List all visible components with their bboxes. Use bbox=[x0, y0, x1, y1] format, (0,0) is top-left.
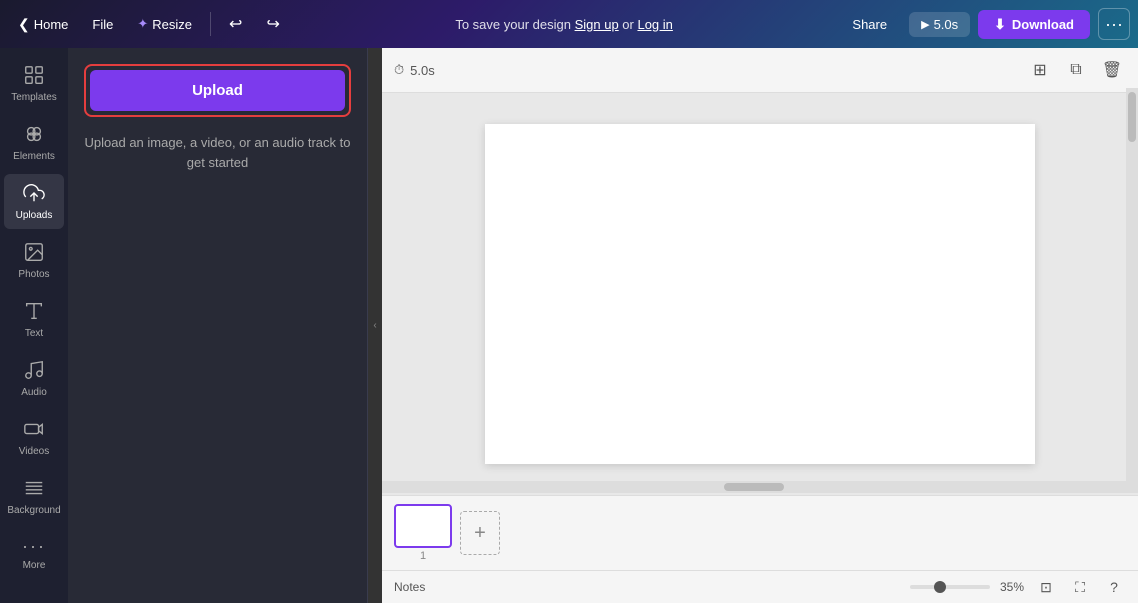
sidebar-item-text[interactable]: Text bbox=[4, 292, 64, 347]
download-button[interactable]: ⬇ Download bbox=[978, 10, 1090, 39]
download-label: Download bbox=[1012, 17, 1074, 32]
duplicate-page-btn[interactable]: ⧉ bbox=[1062, 56, 1090, 84]
sidebar-item-background[interactable]: Background bbox=[4, 469, 64, 524]
zoom-level: 35% bbox=[1000, 580, 1024, 594]
audio-icon bbox=[23, 359, 45, 384]
page-1-container: 1 bbox=[394, 504, 452, 562]
duration-display: 5.0s bbox=[410, 63, 435, 78]
more-icon: ··· bbox=[22, 536, 46, 557]
photos-label: Photos bbox=[18, 269, 49, 280]
file-label: File bbox=[92, 17, 113, 32]
log-in-link[interactable]: Log in bbox=[637, 17, 672, 32]
help-button[interactable]: ? bbox=[1102, 575, 1126, 599]
add-page-icon-btn[interactable]: ⊞ bbox=[1026, 56, 1054, 84]
zoom-thumb bbox=[934, 581, 946, 593]
play-button[interactable]: ▶ 5.0s bbox=[909, 12, 970, 37]
collapse-panel-handle[interactable]: ‹ bbox=[368, 48, 382, 603]
main-content: Templates Elements Uploads Photos Text bbox=[0, 48, 1138, 603]
sidebar-item-templates[interactable]: Templates bbox=[4, 56, 64, 111]
text-label: Text bbox=[25, 328, 43, 339]
more-label: ··· bbox=[1105, 14, 1123, 35]
resize-star-icon: ✦ bbox=[137, 16, 148, 32]
canvas-toolbar: ⏱ 5.0s ⊞ ⧉ 🗑 bbox=[382, 48, 1138, 93]
audio-label: Audio bbox=[21, 387, 47, 398]
undo-button[interactable]: ↩ bbox=[219, 10, 252, 38]
more-label: More bbox=[23, 560, 46, 571]
canvas-toolbar-left: ⏱ 5.0s bbox=[394, 62, 435, 78]
fit-page-button[interactable]: ⊡ bbox=[1034, 575, 1058, 599]
page-thumb-1[interactable] bbox=[394, 504, 452, 548]
horizontal-scrollbar[interactable] bbox=[382, 481, 1126, 493]
elements-icon bbox=[23, 123, 45, 148]
background-label: Background bbox=[7, 505, 60, 516]
sidebar-item-audio[interactable]: Audio bbox=[4, 351, 64, 406]
home-arrow-icon: ❮ bbox=[18, 16, 30, 33]
h-scrollbar-thumb bbox=[724, 483, 784, 491]
share-button[interactable]: Share bbox=[838, 13, 901, 36]
scrollbar-thumb bbox=[1128, 92, 1136, 142]
left-panel: Upload Upload an image, a video, or an a… bbox=[68, 48, 368, 603]
sidebar-item-photos[interactable]: Photos bbox=[4, 233, 64, 288]
save-hint: To save your design Sign up or Log in bbox=[294, 17, 835, 32]
sidebar-item-videos[interactable]: Videos bbox=[4, 410, 64, 465]
collapse-icon: ‹ bbox=[373, 320, 376, 331]
uploads-label: Uploads bbox=[16, 210, 53, 221]
notes-label: Notes bbox=[394, 580, 425, 594]
upload-hint: Upload an image, a video, or an audio tr… bbox=[84, 133, 351, 172]
delete-page-btn[interactable]: 🗑 bbox=[1098, 56, 1126, 84]
duration-label: 5.0s bbox=[934, 17, 959, 32]
divider-1 bbox=[210, 12, 211, 36]
canvas-area: ⏱ 5.0s ⊞ ⧉ 🗑 1 + bbox=[382, 48, 1138, 603]
upload-button[interactable]: Upload bbox=[90, 70, 345, 111]
resize-label: Resize bbox=[152, 17, 192, 32]
vertical-scrollbar[interactable] bbox=[1126, 88, 1138, 493]
upload-button-wrapper: Upload bbox=[84, 64, 351, 117]
background-icon bbox=[23, 477, 45, 502]
photos-icon bbox=[23, 241, 45, 266]
status-right: 35% ⊡ ⛶ ? bbox=[910, 575, 1126, 599]
timeline-bar: 1 + bbox=[382, 495, 1138, 570]
topnav: ❮ Home File ✦ Resize ↩ ↪ To save your de… bbox=[0, 0, 1138, 48]
sidebar-icons: Templates Elements Uploads Photos Text bbox=[0, 48, 68, 603]
text-icon bbox=[23, 300, 45, 325]
templates-label: Templates bbox=[11, 92, 57, 103]
clock-icon: ⏱ bbox=[394, 62, 404, 78]
canvas-page bbox=[485, 124, 1035, 464]
page-number-1: 1 bbox=[420, 550, 426, 562]
redo-button[interactable]: ↪ bbox=[256, 10, 289, 38]
sidebar-item-uploads[interactable]: Uploads bbox=[4, 174, 64, 229]
home-label: Home bbox=[34, 17, 69, 32]
play-icon: ▶ bbox=[921, 18, 929, 31]
download-icon: ⬇ bbox=[994, 16, 1006, 33]
sidebar-item-more[interactable]: ··· More bbox=[4, 528, 64, 579]
sidebar-item-elements[interactable]: Elements bbox=[4, 115, 64, 170]
resize-button[interactable]: ✦ Resize bbox=[127, 12, 202, 36]
nav-right: Share ▶ 5.0s ⬇ Download ··· bbox=[838, 8, 1130, 40]
add-page-button[interactable]: + bbox=[460, 511, 500, 555]
more-options-button[interactable]: ··· bbox=[1098, 8, 1130, 40]
videos-icon bbox=[23, 418, 45, 443]
file-button[interactable]: File bbox=[82, 13, 123, 36]
videos-label: Videos bbox=[19, 446, 49, 457]
zoom-slider[interactable] bbox=[910, 585, 990, 589]
canvas-scroll-area[interactable] bbox=[382, 93, 1138, 495]
sign-up-link[interactable]: Sign up bbox=[575, 17, 619, 32]
zoom-track bbox=[910, 585, 990, 589]
status-bar: Notes 35% ⊡ ⛶ ? bbox=[382, 570, 1138, 603]
uploads-icon bbox=[23, 182, 45, 207]
templates-icon bbox=[23, 64, 45, 89]
canvas-toolbar-right: ⊞ ⧉ 🗑 bbox=[1026, 56, 1126, 84]
elements-label: Elements bbox=[13, 151, 55, 162]
fullscreen-button[interactable]: ⛶ bbox=[1068, 575, 1092, 599]
home-button[interactable]: ❮ Home bbox=[8, 12, 78, 37]
